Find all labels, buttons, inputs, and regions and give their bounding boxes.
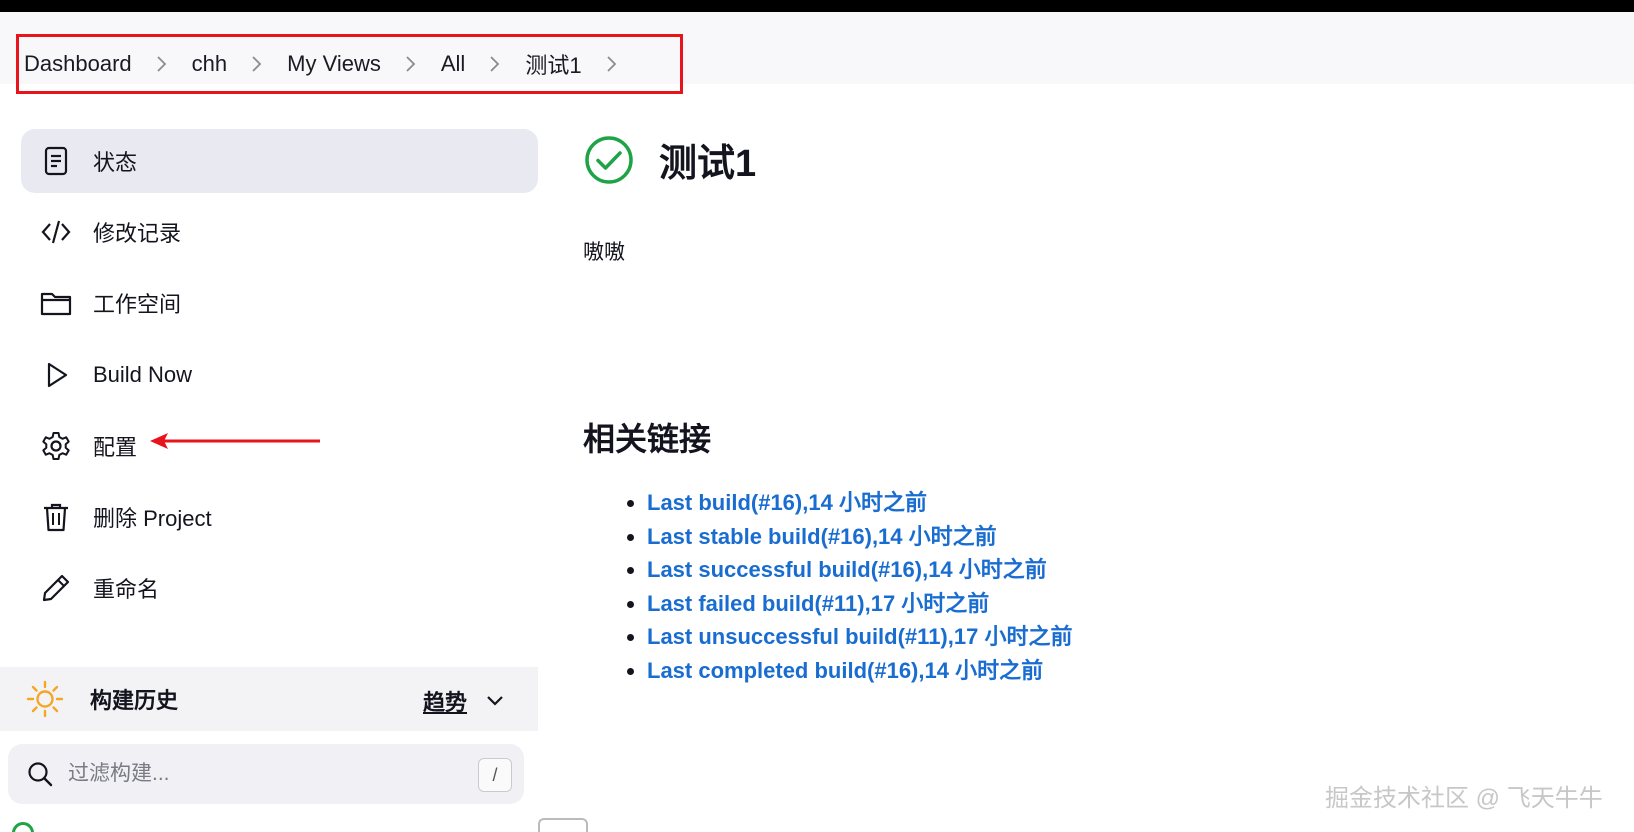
task-build-now[interactable]: Build Now [21, 343, 538, 407]
breadcrumb-all[interactable]: All [441, 51, 465, 77]
last-build-link[interactable]: Last build(#16),14 小时之前 [647, 490, 927, 515]
main-panel: 测试1 嗷嗷 相关链接 Last build(#16),14 小时之前 Last… [583, 84, 1634, 832]
gear-icon [39, 429, 73, 463]
build-history-title: 构建历史 [90, 688, 179, 713]
chevron-right-icon[interactable] [154, 56, 170, 72]
task-workspace[interactable]: 工作空间 [21, 271, 538, 335]
shortcut-key-badge: / [478, 758, 512, 792]
watermark: 掘金技术社区 @ 飞天牛牛 [1325, 785, 1603, 812]
chevron-down-icon[interactable] [484, 689, 506, 711]
last-completed-build-link[interactable]: Last completed build(#16),14 小时之前 [647, 658, 1043, 683]
trash-icon [39, 500, 73, 534]
pencil-icon [39, 571, 73, 605]
filter-builds-input[interactable] [68, 762, 448, 786]
page-title: 测试1 [659, 143, 757, 185]
task-label: Build Now [93, 362, 193, 387]
task-label: 配置 [93, 435, 138, 460]
job-header: 测试1 [583, 132, 756, 187]
breadcrumb-my-views[interactable]: My Views [287, 51, 381, 77]
success-check-icon [585, 135, 633, 184]
list-item: Last completed build(#16),14 小时之前 [647, 654, 1072, 688]
breadcrumb-bar: Dashboard chh My Views All 测试1 [0, 12, 1634, 94]
breadcrumb-dashboard[interactable]: Dashboard [24, 51, 132, 77]
chevron-right-icon[interactable] [249, 56, 265, 72]
chevron-right-icon[interactable] [487, 56, 503, 72]
chevron-right-icon[interactable] [604, 56, 620, 72]
task-label: 重命名 [93, 577, 160, 602]
last-successful-build-link[interactable]: Last successful build(#16),14 小时之前 [647, 557, 1047, 582]
sun-weather-icon [26, 680, 64, 718]
document-icon [39, 144, 73, 178]
related-links-title: 相关链接 [583, 421, 712, 457]
search-icon [28, 762, 53, 787]
build-history-header: 构建历史 趋势 [0, 667, 538, 731]
chevron-right-icon[interactable] [403, 56, 419, 72]
list-item: Last successful build(#16),14 小时之前 [647, 553, 1072, 587]
last-failed-build-link[interactable]: Last failed build(#11),17 小时之前 [647, 591, 989, 616]
task-label: 修改记录 [93, 221, 182, 246]
list-item: Last unsuccessful build(#11),17 小时之前 [647, 620, 1072, 654]
build-row-button[interactable] [538, 818, 588, 832]
trend-link[interactable]: 趋势 [423, 685, 467, 717]
task-delete-project[interactable]: 删除 Project [21, 485, 538, 549]
task-rename[interactable]: 重命名 [21, 556, 538, 620]
task-status[interactable]: 状态 [21, 129, 538, 193]
code-icon [39, 215, 73, 249]
list-item: Last build(#16),14 小时之前 [647, 486, 1072, 520]
breadcrumb-job[interactable]: 测试1 [525, 48, 581, 80]
last-unsuccessful-build-link[interactable]: Last unsuccessful build(#11),17 小时之前 [647, 624, 1072, 649]
task-label: 删除 Project [93, 506, 212, 531]
task-label: 状态 [93, 150, 138, 175]
folder-icon [39, 286, 73, 320]
sidebar: 状态 修改记录 工作空间 Build Now 配置 删除 Project 重命名… [0, 84, 538, 832]
breadcrumb-chh[interactable]: chh [192, 51, 227, 77]
task-label: 工作空间 [93, 292, 182, 317]
play-icon [39, 358, 73, 392]
list-item: Last failed build(#11),17 小时之前 [647, 587, 1072, 621]
list-item: Last stable build(#16),14 小时之前 [647, 520, 1072, 554]
related-links-list: Last build(#16),14 小时之前 Last stable buil… [647, 486, 1072, 688]
red-arrow-annotation [150, 433, 320, 449]
build-filter: / [8, 744, 524, 804]
job-description: 嗷嗷 [583, 241, 625, 264]
top-black-bar [0, 0, 1634, 12]
last-stable-build-link[interactable]: Last stable build(#16),14 小时之前 [647, 524, 997, 549]
task-changes[interactable]: 修改记录 [21, 200, 538, 264]
